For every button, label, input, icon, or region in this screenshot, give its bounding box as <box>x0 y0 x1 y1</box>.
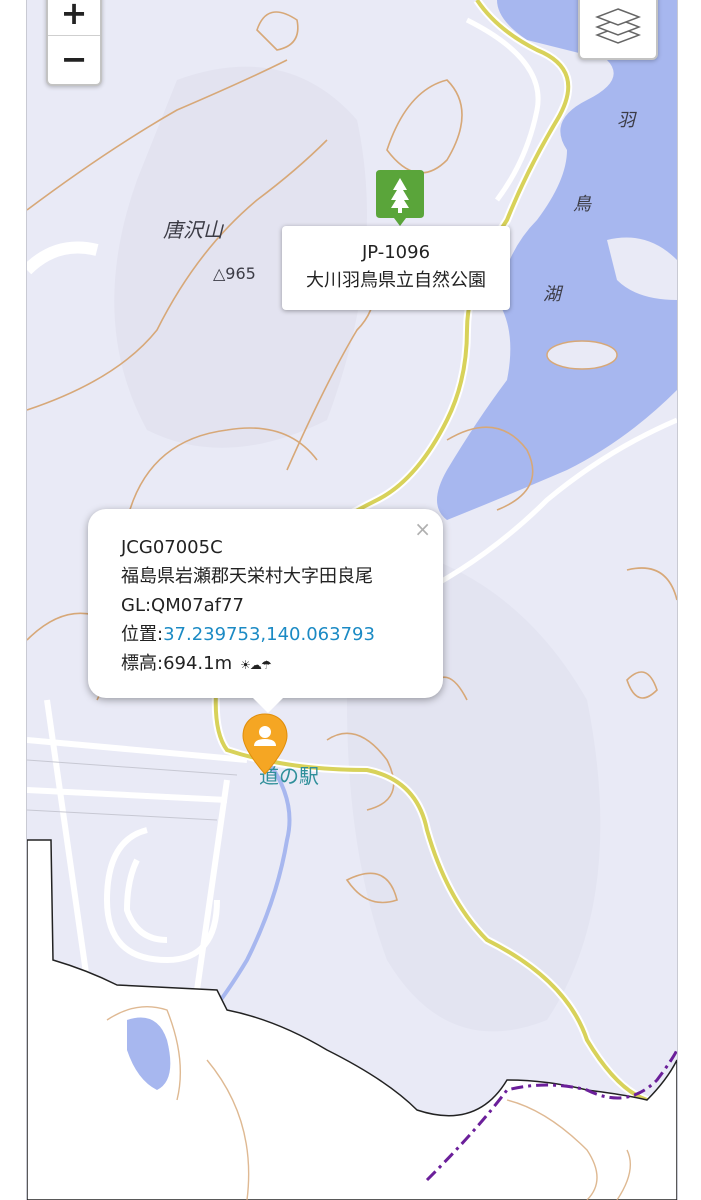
popup-address: 福島県岩瀬郡天栄村大字田良尾 <box>121 566 373 587</box>
weather-icon[interactable]: ☀☁☂ <box>240 658 272 672</box>
popup-grid-locator: GL:QM07af77 <box>121 595 244 616</box>
zoom-out-button[interactable]: − <box>48 36 100 81</box>
lake-label-3: 湖 <box>543 284 561 305</box>
popup-coordinates-link[interactable]: 37.239753,140.063793 <box>163 624 375 645</box>
lake-label-2: 鳥 <box>573 194 591 215</box>
park-marker[interactable] <box>376 170 424 228</box>
layers-icon <box>595 8 641 44</box>
layers-button[interactable] <box>578 0 658 60</box>
park-name: 大川羽鳥県立自然公園 <box>306 270 486 291</box>
popup-tip <box>252 697 284 713</box>
popup-position-label: 位置: <box>121 624 164 645</box>
app-frame: 唐沢山 △965 羽 鳥 湖 道の駅 + − JP-1096 大川羽鳥県立自然公… <box>0 0 701 1200</box>
lake-label-1: 羽 <box>617 110 635 131</box>
summit-elevation-label: △965 <box>213 264 256 283</box>
popup-position-row: 位置:37.239753,140.063793 <box>121 620 443 649</box>
popup-callsign: JCG07005C <box>121 537 223 558</box>
user-location-marker[interactable] <box>241 712 289 776</box>
mountain-name-label: 唐沢山 <box>163 218 223 242</box>
popup-elevation-row: 標高:694.1m ☀☁☂ <box>121 649 443 680</box>
zoom-in-button[interactable]: + <box>48 0 100 36</box>
park-reference: JP-1096 <box>361 242 431 263</box>
popup-elevation: 標高:694.1m <box>121 653 233 674</box>
zoom-control: + − <box>46 0 102 86</box>
park-tooltip: JP-1096 大川羽鳥県立自然公園 <box>282 226 510 310</box>
location-popup: × JCG07005C 福島県岩瀬郡天栄村大字田良尾 GL:QM07af77 位… <box>88 509 443 713</box>
close-icon[interactable]: × <box>414 515 431 544</box>
